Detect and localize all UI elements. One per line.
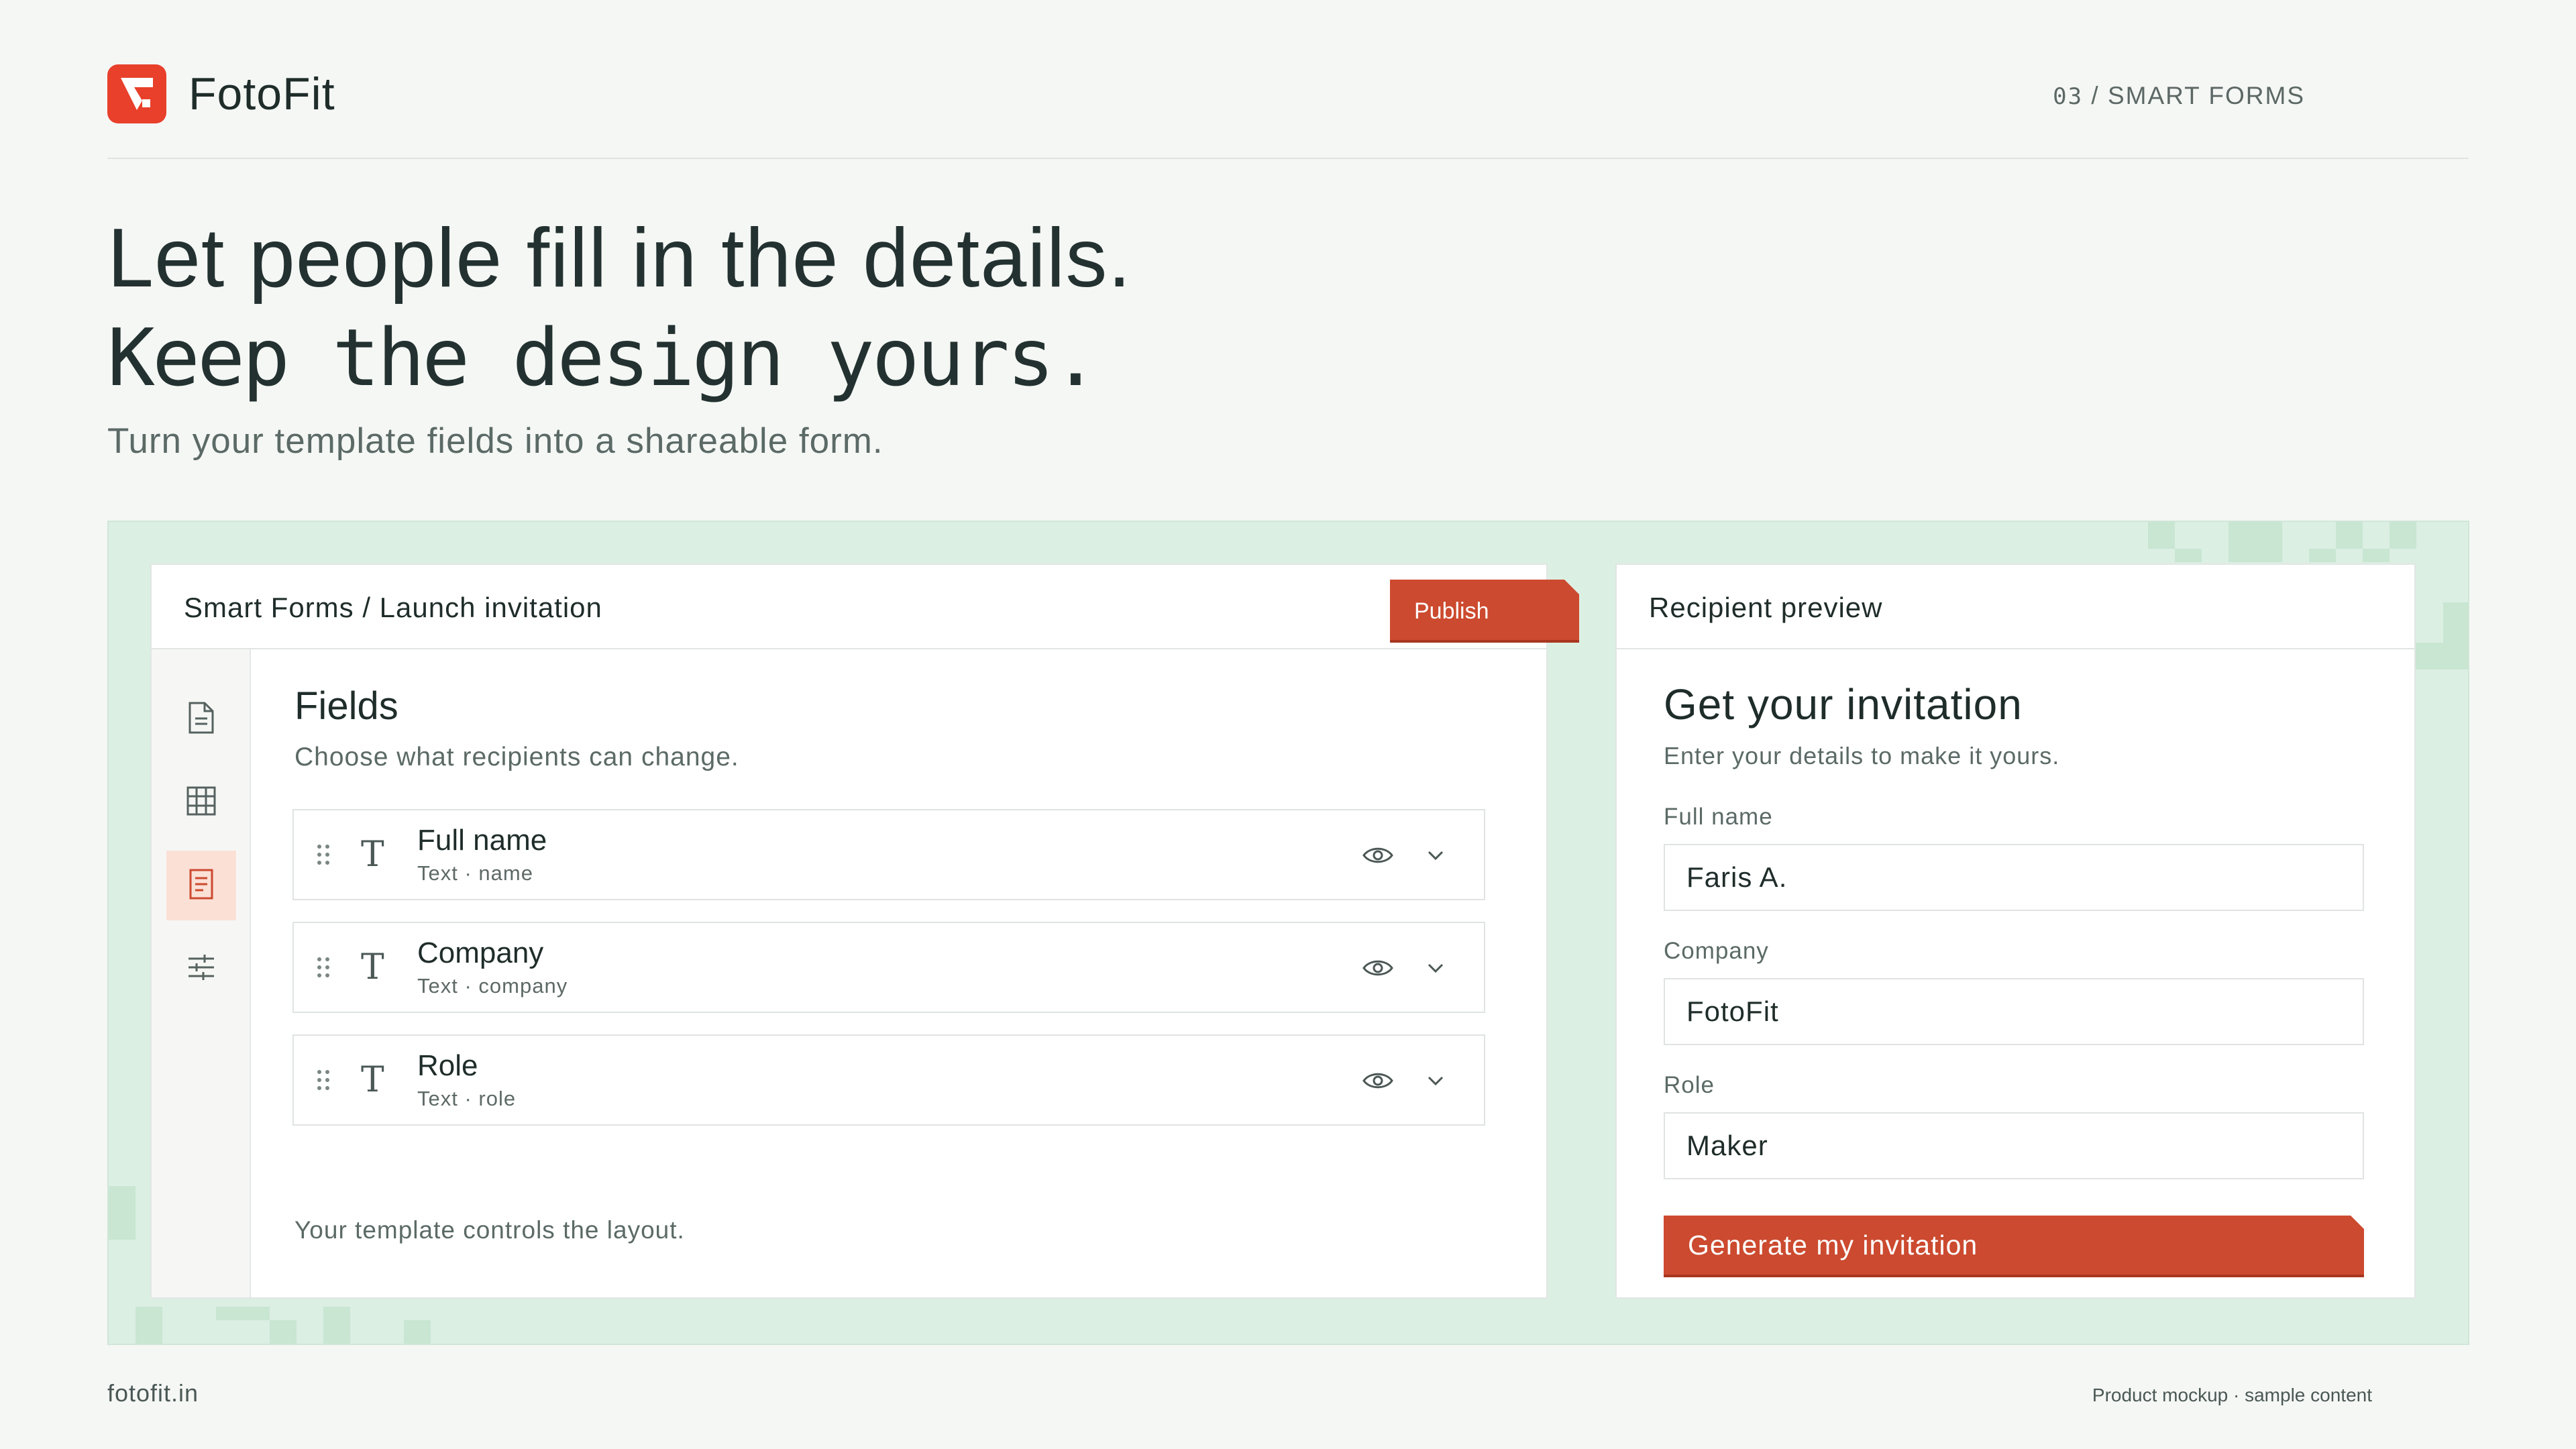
header-divider: [107, 158, 2469, 159]
pixel-decoration: [2229, 522, 2282, 562]
section-tag: 03 / SMART FORMS: [2053, 79, 2305, 113]
publish-button[interactable]: Publish: [1390, 580, 1579, 643]
field-meta: Text · role: [417, 1087, 517, 1110]
preview-header-title: Recipient preview: [1649, 592, 1883, 623]
field-meta: Text · name: [417, 861, 533, 885]
fields-subtitle: Choose what recipients can change.: [294, 743, 739, 771]
pixel-decoration: [2363, 549, 2390, 562]
pixel-decoration: [2443, 602, 2468, 669]
eye-icon[interactable]: [1362, 957, 1394, 979]
editor-breadcrumb: Smart Forms / Launch invitation: [184, 592, 602, 623]
text-type-icon: T: [361, 947, 384, 987]
grid-icon: [186, 786, 217, 820]
section-separator: /: [2091, 82, 2100, 109]
eye-icon[interactable]: [1362, 844, 1394, 867]
text-type-icon: T: [361, 835, 384, 875]
role-label: Role: [1664, 1072, 1715, 1098]
editor-header: Smart Forms / Launch invitation: [152, 565, 1546, 649]
field-name: Full name: [417, 824, 547, 857]
sidebar-item-forms[interactable]: [166, 851, 236, 920]
company-label: Company: [1664, 938, 1769, 964]
pixel-decoration: [2416, 643, 2443, 669]
field-meta: Text · company: [417, 974, 568, 998]
editor-sidebar: [152, 649, 251, 1297]
headline-line-2: Keep the design yours.: [107, 311, 1099, 404]
headline-line-1: Let people fill in the details.: [107, 212, 1132, 305]
showcase-stage: Smart Forms / Launch invitation Fields C…: [107, 521, 2469, 1345]
company-field[interactable]: FotoFit: [1664, 978, 2364, 1045]
pixel-decoration: [270, 1320, 297, 1344]
field-row-full-name[interactable]: T Full name Text · name: [292, 809, 1485, 900]
pixel-decoration: [323, 1307, 350, 1344]
pixel-decoration: [2175, 549, 2202, 562]
pixel-decoration: [2336, 522, 2363, 549]
drag-handle-icon[interactable]: [314, 954, 333, 981]
preview-title: Get your invitation: [1664, 680, 2023, 729]
field-name: Role: [417, 1049, 478, 1082]
sliders-icon: [186, 952, 217, 986]
field-name: Company: [417, 936, 544, 969]
sidebar-item-document[interactable]: [166, 684, 236, 754]
pixel-decoration: [109, 1186, 136, 1240]
full-name-label: Full name: [1664, 804, 1773, 830]
generate-invitation-button[interactable]: Generate my invitation: [1664, 1216, 2364, 1277]
fotofit-logo-icon: [107, 64, 166, 123]
pixel-decoration: [2148, 522, 2175, 549]
sidebar-item-grid[interactable]: [166, 767, 236, 837]
footer-note: Product mockup · sample content: [2092, 1385, 2372, 1405]
text-type-icon: T: [361, 1060, 384, 1100]
full-name-field[interactable]: Faris A.: [1664, 844, 2364, 911]
form-icon: [188, 868, 215, 904]
pixel-decoration: [136, 1307, 162, 1344]
role-field[interactable]: Maker: [1664, 1112, 2364, 1179]
section-label: SMART FORMS: [2107, 82, 2305, 109]
pixel-decoration: [2390, 522, 2416, 549]
field-row-company[interactable]: T Company Text · company: [292, 922, 1485, 1013]
hero-subtitle: Turn your template fields into a shareab…: [107, 421, 883, 461]
document-icon: [187, 701, 215, 738]
pixel-decoration: [216, 1307, 270, 1320]
fields-title: Fields: [294, 684, 398, 728]
preview-subtitle: Enter your details to make it yours.: [1664, 742, 2060, 769]
brand-name: FotoFit: [189, 68, 335, 119]
footer-site-link[interactable]: fotofit.in: [107, 1378, 199, 1409]
layout-footnote: Your template controls the layout.: [294, 1216, 685, 1244]
chevron-down-icon[interactable]: [1425, 845, 1446, 865]
drag-handle-icon[interactable]: [314, 841, 333, 868]
eye-icon[interactable]: [1362, 1069, 1394, 1092]
sidebar-item-settings[interactable]: [166, 934, 236, 1004]
section-number: 03: [2053, 83, 2084, 110]
field-row-role[interactable]: T Role Text · role: [292, 1034, 1485, 1126]
form-editor-panel: Smart Forms / Launch invitation Fields C…: [150, 564, 1548, 1299]
drag-handle-icon[interactable]: [314, 1067, 333, 1093]
pixel-decoration: [404, 1320, 431, 1344]
pixel-decoration: [2309, 549, 2336, 562]
preview-header: Recipient preview: [1617, 565, 2414, 649]
chevron-down-icon[interactable]: [1425, 1071, 1446, 1091]
recipient-preview-panel: Recipient preview Get your invitation En…: [1615, 564, 2416, 1299]
chevron-down-icon[interactable]: [1425, 958, 1446, 978]
